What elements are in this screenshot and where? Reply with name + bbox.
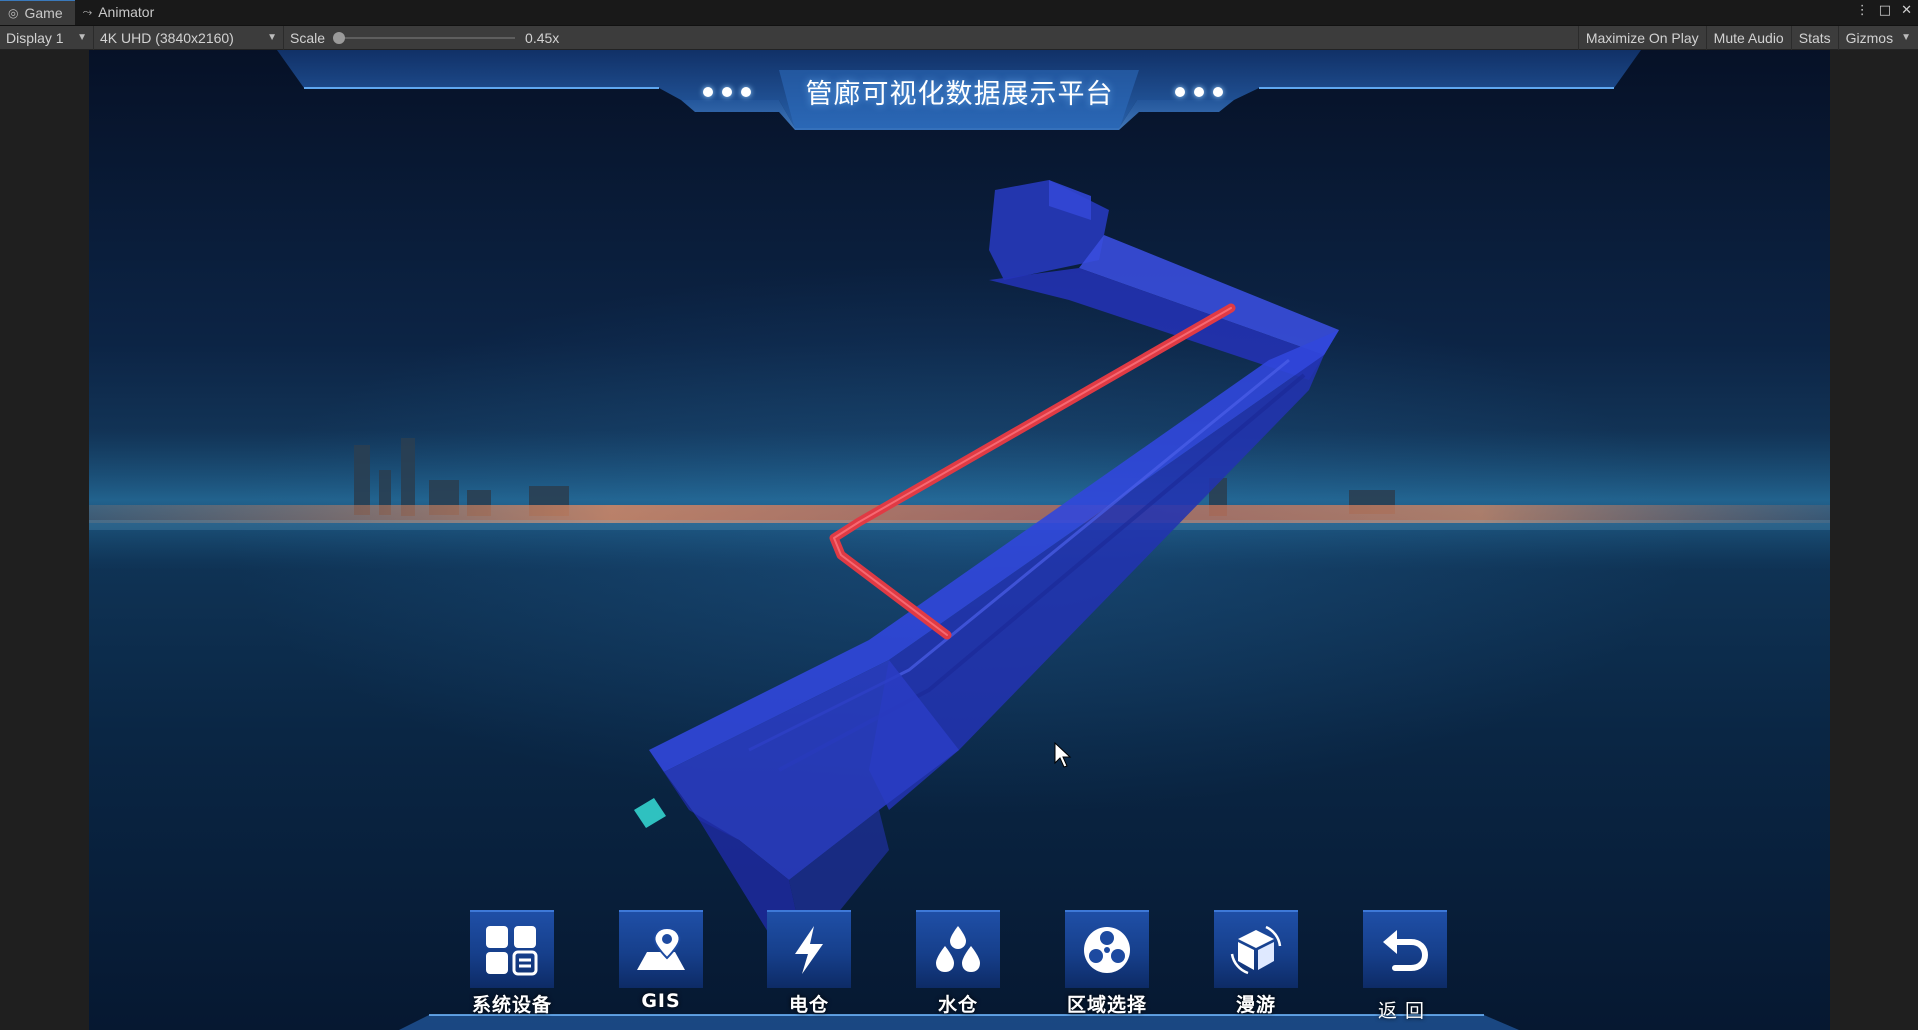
chevron-down-icon: ▼ [77, 32, 87, 43]
right-letterbox [1830, 50, 1918, 1030]
maximize-on-play-button[interactable]: Maximize On Play [1577, 25, 1706, 50]
roam-cube-icon [1214, 910, 1298, 988]
grid-devices-icon [470, 910, 554, 988]
window-controls: ⋮ □ ✕ [1856, 3, 1912, 18]
gamepad-icon: ◎ [8, 6, 19, 20]
tab-animator[interactable]: ⤳ Animator [75, 0, 167, 25]
water-compartment-button[interactable]: 水仓 [916, 910, 1000, 1026]
roam-button[interactable]: 漫游 [1214, 910, 1298, 1026]
gizmos-dropdown[interactable]: Gizmos ▼ [1837, 25, 1918, 50]
water-compartment-label: 水仓 [937, 994, 978, 1016]
resolution-dropdown[interactable]: 4K UHD (3840x2160) ▼ [94, 25, 284, 50]
system-devices-button[interactable]: 系统设备 [470, 910, 554, 1026]
area-select-button[interactable]: 区域选择 [1065, 910, 1149, 1026]
return-arrow-icon [1363, 910, 1447, 988]
resolution-dropdown-value: 4K UHD (3840x2160) [100, 29, 234, 46]
mute-audio-button[interactable]: Mute Audio [1705, 25, 1791, 50]
toolbar-right-group: Maximize On Play Mute Audio Stats Gizmos… [1577, 25, 1918, 50]
gis-label: GIS [641, 990, 681, 1012]
page-title: 管廊可视化数据展示平台 [805, 79, 1114, 110]
scale-value: 0.45x [525, 29, 560, 46]
game-view-toolbar: Display 1 ▼ 4K UHD (3840x2160) ▼ Scale 0… [0, 25, 1918, 50]
return-button[interactable]: 返回 [1363, 910, 1447, 1026]
display-dropdown-value: Display 1 [6, 29, 64, 46]
left-letterbox [0, 50, 89, 1030]
more-menu-icon[interactable]: ⋮ [1856, 3, 1869, 18]
stats-button[interactable]: Stats [1790, 25, 1838, 50]
tab-animator-label: Animator [98, 4, 155, 20]
scale-slider[interactable] [333, 31, 516, 44]
chevron-down-icon: ▼ [1901, 32, 1911, 43]
system-devices-label: 系统设备 [471, 994, 552, 1016]
mouse-cursor-icon [1054, 741, 1072, 768]
map-pin-icon [619, 910, 703, 988]
power-compartment-label: 电仓 [788, 994, 829, 1016]
tunnel-end-cap [634, 798, 666, 828]
scale-slider-handle[interactable] [333, 31, 346, 44]
roam-label: 漫游 [1235, 994, 1276, 1016]
water-drops-icon [916, 910, 1000, 988]
scale-label: Scale [290, 29, 326, 46]
gizmos-label: Gizmos [1845, 29, 1894, 46]
area-select-icon [1065, 910, 1149, 988]
utility-tunnel-model[interactable] [89, 50, 1830, 1030]
area-select-label: 区域选择 [1066, 994, 1147, 1016]
power-compartment-button[interactable]: 电仓 [767, 910, 851, 1026]
scale-control: Scale 0.45x [284, 26, 565, 50]
animator-icon: ⤳ [82, 4, 93, 19]
maximize-window-icon[interactable]: □ [1879, 3, 1891, 18]
display-dropdown[interactable]: Display 1 ▼ [0, 25, 94, 50]
editor-tab-bar: ◎ Game ⤳ Animator ⋮ □ ✕ [0, 0, 1918, 26]
return-label: 返回 [1377, 1000, 1432, 1022]
gis-button[interactable]: GIS [619, 910, 703, 1026]
app-header: 管廊可视化数据展示平台 [89, 50, 1830, 140]
lightning-icon [767, 910, 851, 988]
tab-game-label: Game [24, 5, 63, 21]
chevron-down-icon: ▼ [267, 32, 277, 43]
game-viewport[interactable]: 管廊可视化数据展示平台 系统设备 GIS 电仓 水仓 区域选择 漫游 返回 [89, 50, 1830, 1030]
close-icon[interactable]: ✕ [1901, 3, 1912, 18]
tab-game[interactable]: ◎ Game [0, 0, 75, 25]
